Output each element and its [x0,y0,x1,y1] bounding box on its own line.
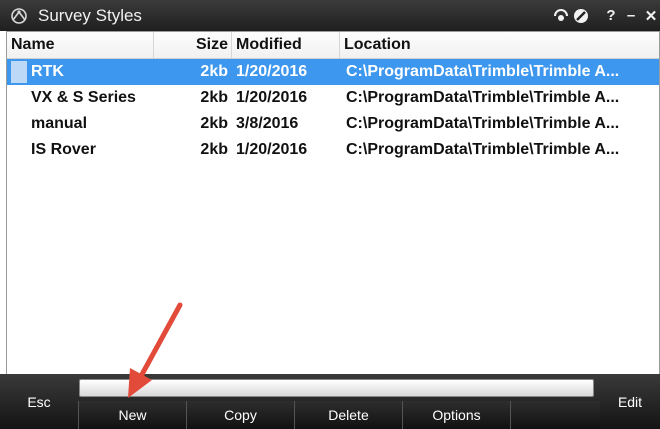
input-field[interactable] [79,379,594,397]
survey-styles-list[interactable]: Name Size Modified Location RTK 2kb 1/20… [6,31,660,375]
table-row[interactable]: VX & S Series 2kb 1/20/2016 C:\ProgramDa… [7,85,659,111]
title-bar: Survey Styles ? – ✕ [0,0,660,31]
copy-button[interactable]: Copy [186,401,294,429]
help-button[interactable]: ? [602,5,620,27]
edit-button[interactable]: Edit [600,374,660,429]
table-row[interactable]: RTK 2kb 1/20/2016 C:\ProgramData\Trimble… [7,59,659,85]
selection-marker [11,61,27,83]
esc-button[interactable]: Esc [0,374,78,429]
column-header-size[interactable]: Size [154,32,232,58]
survey-app-icon[interactable] [8,5,30,27]
row-size: 2kb [200,115,228,132]
column-header-name[interactable]: Name [7,32,154,58]
row-size: 2kb [200,63,228,80]
row-size: 2kb [200,89,228,106]
column-header-modified[interactable]: Modified [232,32,340,58]
row-name: manual [31,115,88,132]
softkey-bar: Esc New Copy Delete Options Edit [0,374,660,429]
minimize-button[interactable]: – [622,5,640,27]
row-size: 2kb [200,141,228,158]
row-location: C:\ProgramData\Trimble\Trimble A... [346,115,620,132]
row-modified: 1/20/2016 [236,63,308,80]
new-button[interactable]: New [78,401,186,429]
row-name: VX & S Series [31,89,136,106]
column-header-location[interactable]: Location [340,32,659,58]
row-modified: 1/20/2016 [236,89,308,106]
row-location: C:\ProgramData\Trimble\Trimble A... [346,141,620,158]
table-row[interactable]: IS Rover 2kb 1/20/2016 C:\ProgramData\Tr… [7,137,659,163]
row-modified: 3/8/2016 [236,115,299,132]
row-location: C:\ProgramData\Trimble\Trimble A... [346,63,620,80]
table-row[interactable]: manual 2kb 3/8/2016 C:\ProgramData\Trimb… [7,111,659,137]
row-modified: 1/20/2016 [236,141,308,158]
empty-softkey [510,401,600,429]
no-entry-icon[interactable] [572,5,590,27]
list-header: Name Size Modified Location [7,32,659,59]
gps-status-icon[interactable] [552,5,570,27]
row-name: IS Rover [31,141,96,158]
close-button[interactable]: ✕ [642,5,660,27]
options-button[interactable]: Options [402,401,510,429]
title-bar-controls: ? – ✕ [550,0,660,31]
window-title: Survey Styles [38,5,142,25]
row-name: RTK [31,63,64,80]
row-location: C:\ProgramData\Trimble\Trimble A... [346,89,620,106]
delete-button[interactable]: Delete [294,401,402,429]
